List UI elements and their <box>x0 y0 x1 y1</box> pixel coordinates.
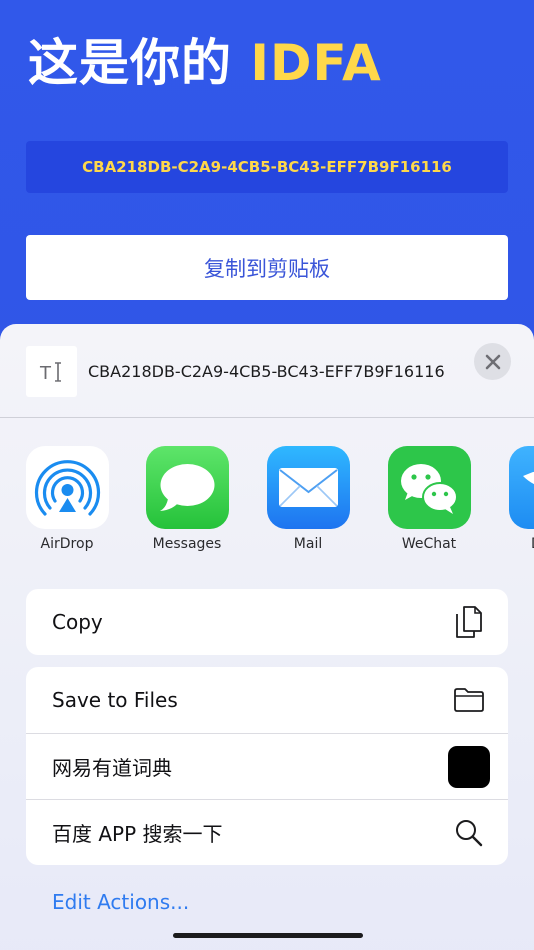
home-indicator <box>173 933 363 938</box>
action-label: Save to Files <box>52 688 178 712</box>
close-button[interactable] <box>474 343 511 380</box>
headline-prefix: 这是你的 <box>28 34 251 92</box>
action-save-to-files[interactable]: Save to Files <box>26 667 508 733</box>
action-group-more: Save to Files 网易有道词典 百度 APP 搜索一下 <box>26 667 508 865</box>
youdao-icon <box>448 745 490 788</box>
folder-icon <box>448 679 490 721</box>
action-label: Copy <box>52 610 103 634</box>
share-sheet: T CBA218DB-C2A9-4CB5-BC43-EFF7B9F16116 A… <box>0 324 534 950</box>
action-group-copy: Copy <box>26 589 508 655</box>
share-sheet-header: T CBA218DB-C2A9-4CB5-BC43-EFF7B9F16116 <box>0 324 534 418</box>
app-label: Messages <box>152 536 222 552</box>
idfa-display: CBA218DB-C2A9-4CB5-BC43-EFF7B9F16116 <box>26 141 508 193</box>
share-app-messages[interactable]: Messages <box>127 446 247 556</box>
action-label: 网易有道词典 <box>52 756 172 780</box>
headline-accent: IDFA <box>250 34 382 92</box>
messages-icon <box>146 446 229 529</box>
bird-icon <box>509 446 534 529</box>
share-app-partial[interactable]: Di <box>490 446 534 556</box>
edit-actions-link[interactable]: Edit Actions... <box>52 890 189 914</box>
mail-icon <box>267 446 350 529</box>
app-label: Mail <box>293 536 323 552</box>
text-icon: T <box>26 346 77 397</box>
share-app-wechat[interactable]: WeChat <box>369 446 489 556</box>
copy-to-clipboard-button[interactable]: 复制到剪贴板 <box>26 235 508 300</box>
svg-text:T: T <box>39 363 52 384</box>
idfa-value: CBA218DB-C2A9-4CB5-BC43-EFF7B9F16116 <box>82 158 452 176</box>
share-sheet-title: CBA218DB-C2A9-4CB5-BC43-EFF7B9F16116 <box>88 362 445 381</box>
copy-icon <box>448 601 490 643</box>
page-title: 这是你的 IDFA <box>28 34 382 92</box>
share-app-airdrop[interactable]: AirDrop <box>7 446 127 556</box>
search-icon <box>448 812 490 854</box>
close-icon <box>485 354 500 369</box>
airdrop-icon <box>26 446 109 529</box>
share-app-row: AirDrop Messages Mail WeChat <box>0 446 534 556</box>
action-youdao[interactable]: 网易有道词典 <box>26 733 508 799</box>
app-label: AirDrop <box>40 536 94 552</box>
action-label: 百度 APP 搜索一下 <box>52 822 223 846</box>
wechat-icon <box>388 446 471 529</box>
share-app-mail[interactable]: Mail <box>248 446 368 556</box>
app-label: WeChat <box>401 536 457 552</box>
action-copy[interactable]: Copy <box>26 589 508 655</box>
action-baidu-search[interactable]: 百度 APP 搜索一下 <box>26 799 508 865</box>
